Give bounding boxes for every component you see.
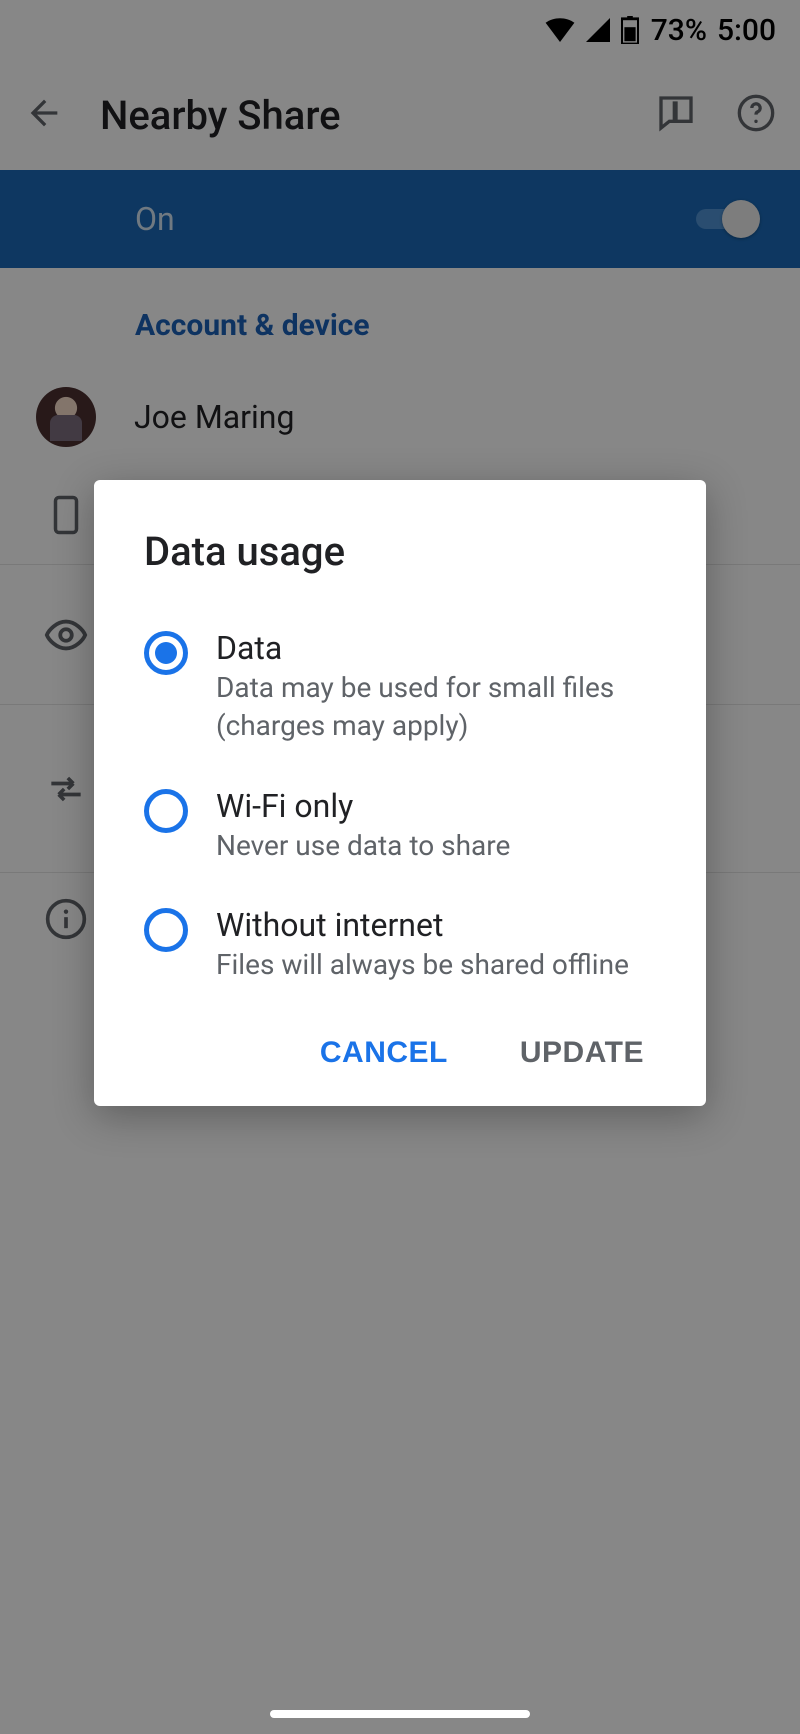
option-title: Without internet [216,906,629,944]
dialog-title: Data usage [144,528,656,575]
option-desc: Data may be used for small files (charge… [216,669,656,745]
option-title: Data [216,629,656,667]
dialog-scrim[interactable]: Data usage Data Data may be used for sma… [0,0,800,1734]
radio-unselected-icon [144,789,188,833]
update-button[interactable]: UPDATE [514,1026,650,1080]
option-wifi-only[interactable]: Wi‑Fi only Never use data to share [144,787,656,865]
option-desc: Never use data to share [216,827,510,865]
radio-unselected-icon [144,908,188,952]
radio-selected-icon [144,631,188,675]
data-usage-dialog: Data usage Data Data may be used for sma… [94,480,706,1106]
home-indicator[interactable] [270,1710,530,1718]
option-desc: Files will always be shared offline [216,946,629,984]
option-without-internet[interactable]: Without internet Files will always be sh… [144,906,656,984]
option-data[interactable]: Data Data may be used for small files (c… [144,629,656,745]
option-title: Wi‑Fi only [216,787,510,825]
cancel-button[interactable]: CANCEL [314,1026,454,1080]
